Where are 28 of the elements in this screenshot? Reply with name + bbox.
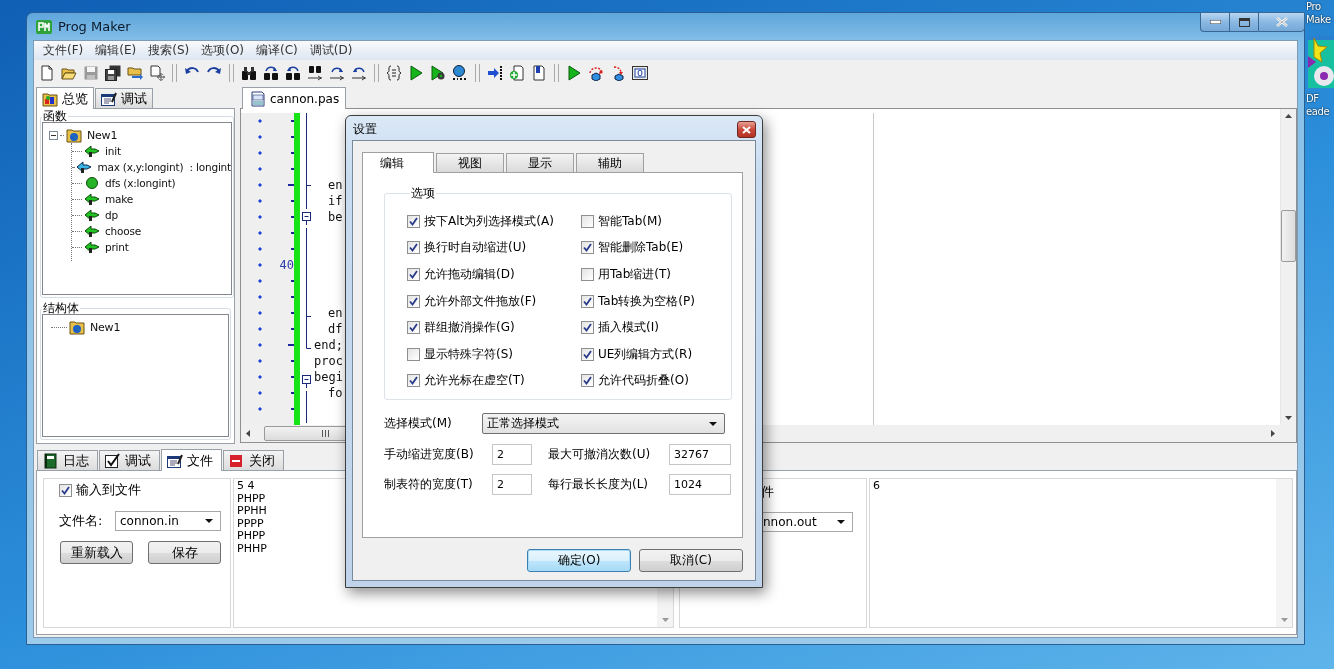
text-line: 5 4 [237,480,255,493]
group-title: 函数 [42,110,68,122]
window-title: Prog Maker [58,19,131,34]
group-title: 结构体 [42,302,80,314]
group-title: 选项 [410,185,436,202]
code-line: end; [314,338,343,352]
dialog-title: 设置 [353,120,377,138]
code-line: if [328,194,343,208]
code-line: df [328,322,343,336]
code-line: en [328,306,343,320]
code-line: begi [314,370,343,384]
code-line: be [328,210,343,224]
code-line: en [328,178,343,192]
field-label: 手动缩进宽度(B) [384,446,475,463]
line-number: 40 [279,258,294,272]
text-line: PHPP [237,530,266,543]
code-line: proc [314,354,343,368]
field-label: 制表符的宽度(T) [384,476,474,493]
text-line: PHHP [237,542,267,555]
code-line: fo [328,386,343,400]
text-line: 6 [873,480,880,493]
field-label: 文件名: [59,512,104,530]
text-line: PPHH [237,505,267,518]
field-label: 每行最长长度为(L) [547,476,650,493]
text-line: PHPP [237,492,266,505]
field-label: 最大可撤消次数(U) [547,446,652,463]
field-label: 选择模式(M) [384,415,453,432]
text-line: PPPP [237,517,264,530]
